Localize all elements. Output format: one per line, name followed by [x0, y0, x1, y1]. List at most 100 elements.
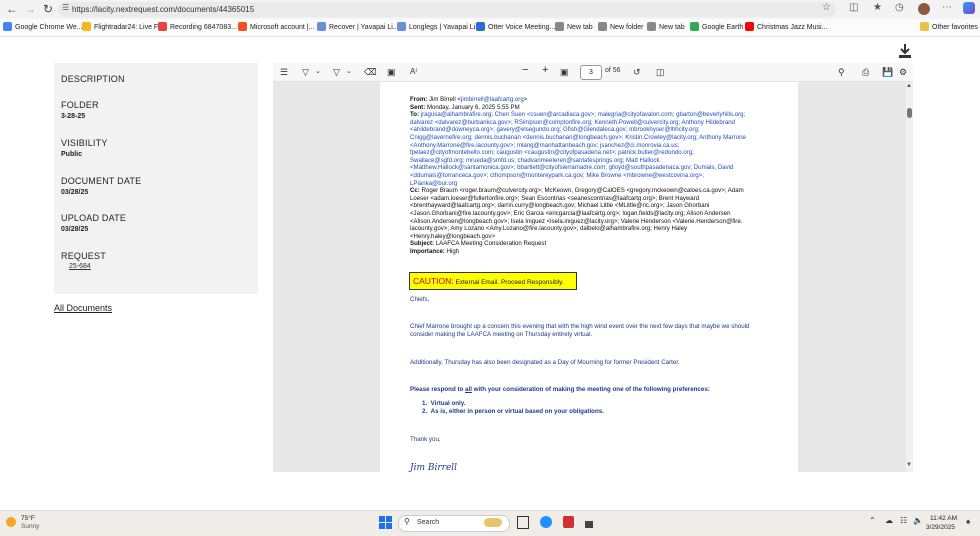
scroll-down-icon[interactable]: ▼ — [906, 462, 912, 468]
notification-bell-icon[interactable]: ♠ — [966, 517, 970, 526]
bookmark-item[interactable]: New tab — [555, 21, 593, 34]
draw-icon[interactable]: ▽ — [333, 66, 340, 78]
rotate-icon[interactable]: ↺ — [633, 66, 641, 78]
bookmark-item[interactable]: Google Chrome We... — [3, 21, 83, 34]
site-info-icon[interactable]: ☰ — [62, 3, 69, 12]
back-icon[interactable]: ← — [4, 2, 20, 17]
zoom-out-icon[interactable]: − — [522, 64, 528, 76]
chevron-up-icon[interactable]: ⌃ — [869, 516, 876, 525]
email-closing: Thank you, — [410, 436, 441, 443]
taskbar-search-text: Search — [417, 519, 440, 526]
zoom-in-icon[interactable]: + — [542, 64, 548, 76]
bookmark-item[interactable]: Flightradar24: Live F... — [82, 21, 163, 34]
email-from-line: From: Jim Birrell <jimbirrell@laafcartg.… — [410, 96, 528, 103]
url-text: https://lacity.nextrequest.com/documents… — [72, 5, 255, 14]
chevron-down-icon[interactable]: ⌄ — [315, 66, 321, 78]
clock-time[interactable]: 11:42 AM — [930, 515, 957, 522]
email-paragraph: Additionally, Thursday has also been des… — [410, 359, 680, 366]
visibility-value: Public — [61, 151, 83, 158]
forward-icon[interactable]: → — [22, 2, 38, 17]
scrollbar-thumb[interactable] — [907, 108, 912, 118]
description-label: DESCRIPTION — [61, 74, 125, 84]
email-header: From: Jim Birrell <jimbirrell@laafcartg.… — [410, 96, 772, 255]
request-label: REQUEST — [61, 251, 106, 261]
page-count: of 56 — [605, 67, 621, 74]
search-icon[interactable]: ⚲ — [838, 66, 845, 78]
scrollbar-track[interactable] — [906, 82, 913, 472]
clock-date[interactable]: 3/29/2025 — [926, 524, 955, 531]
text-box-icon[interactable]: ▣ — [387, 66, 396, 78]
more-menu-icon[interactable]: ⋯ — [942, 2, 952, 13]
highlight-icon[interactable]: ▽ — [302, 66, 309, 78]
bookmark-item[interactable]: New folder — [598, 21, 643, 34]
sun-icon[interactable] — [6, 517, 16, 527]
erase-icon[interactable]: ⌫ — [364, 66, 377, 78]
bookmark-icon — [647, 22, 656, 31]
other-favorites[interactable]: Other favorites — [920, 21, 978, 34]
settings-gear-icon[interactable]: ⚙ — [899, 66, 907, 78]
weather-temperature[interactable]: 75°F — [21, 515, 35, 522]
bookmark-item[interactable]: Longlegs | Yavapai Li... — [397, 21, 481, 34]
email-to-line: dalvarez <dalvarez@burbankca.gov>; RSimp… — [410, 118, 735, 126]
email-cc-line: <Alison.Andersen@longbeach.gov>; Isela I… — [410, 217, 743, 225]
email-request-line: Please respond to all with your consider… — [410, 386, 710, 393]
print-icon[interactable]: ⎙ — [862, 66, 869, 78]
windows-start-icon[interactable] — [379, 516, 392, 529]
bookmark-item[interactable]: Recording 6847083... — [158, 21, 237, 34]
bookmark-item[interactable]: Google Earth — [690, 21, 743, 34]
copilot-icon[interactable] — [963, 2, 975, 14]
cloud-icon[interactable]: ☁ — [885, 516, 893, 525]
caution-banner: CAUTION: External Email. Proceed Respons… — [409, 272, 577, 290]
email-to-line: To: jragusa@alhambrafire.org; Chen Suen … — [410, 111, 746, 119]
folder-icon — [920, 22, 929, 31]
all-documents-link[interactable]: All Documents — [54, 303, 112, 313]
email-to-line: fpelaez@cityofmontebello.com; caugustin … — [410, 149, 694, 157]
email-link[interactable]: jimbirrell@laafcartg.org — [461, 96, 524, 103]
app-icon[interactable] — [585, 521, 593, 528]
bookmark-icon — [476, 22, 485, 31]
email-cc-line: <Henry.haley@longbeach.gov> — [410, 232, 496, 240]
task-view-icon[interactable] — [517, 516, 529, 529]
edge-browser-icon[interactable] — [540, 516, 552, 528]
bookmark-icon — [317, 22, 326, 31]
bookmark-icon — [555, 22, 564, 31]
table-of-contents-icon[interactable]: ☰ — [280, 66, 288, 78]
email-to-line: LPianka@bur.org — [410, 179, 458, 187]
favorites-icon[interactable]: ★ — [873, 2, 882, 13]
email-to-line: <ddumais@torranceca.gov>; cthompson@mont… — [410, 171, 704, 179]
folder-value: 3-28-25 — [61, 113, 86, 120]
save-icon[interactable]: 💾 — [882, 66, 893, 78]
shield-app-icon[interactable] — [563, 516, 574, 528]
read-aloud-icon[interactable]: A⁽ — [410, 66, 417, 78]
fit-page-icon[interactable]: ▣ — [560, 66, 569, 78]
history-icon[interactable]: ◷ — [895, 2, 904, 13]
request-link[interactable]: 25-684 — [69, 263, 91, 270]
bookmark-item[interactable]: Recover | Yavapai Li... — [317, 21, 399, 34]
bookmark-icon — [598, 22, 607, 31]
reload-icon[interactable]: ↻ — [40, 2, 56, 17]
email-to-line: <ahildebrand@downeyca.org>; gavery@elseg… — [410, 126, 700, 134]
bookmark-item[interactable]: Christmas Jazz Musi... — [745, 21, 827, 34]
chevron-down-icon[interactable]: ⌄ — [346, 66, 352, 78]
scroll-up-icon[interactable]: ▲ — [906, 83, 912, 89]
volume-icon[interactable]: 🔈 — [913, 516, 923, 525]
download-icon[interactable] — [897, 43, 913, 59]
wifi-icon[interactable]: ☷ — [900, 516, 907, 525]
bookmark-item[interactable]: Microsoft account |... — [238, 21, 314, 34]
bookmark-icon — [238, 22, 247, 31]
search-highlight-icon — [484, 518, 502, 527]
bookmark-item[interactable]: New tab — [647, 21, 685, 34]
email-cc-line: Cc: Roger Braum <roger.braum@culvercity.… — [410, 187, 744, 195]
profile-avatar[interactable] — [918, 3, 930, 15]
favorite-star-icon[interactable]: ☆ — [822, 2, 831, 13]
bookmark-item[interactable]: Otter Voice Meeting... — [476, 21, 555, 34]
visibility-label: VISIBILITY — [61, 138, 108, 148]
email-greeting: Chiefs, — [410, 296, 430, 303]
split-screen-icon[interactable]: ◫ — [849, 2, 858, 13]
email-to-line: <Anthony.Marrone@fire.lacounty.gov>; mla… — [410, 141, 680, 149]
page-view-icon[interactable]: ◫ — [656, 66, 665, 78]
page-number-input[interactable]: 3 — [580, 65, 602, 80]
weather-condition[interactable]: Sunny — [21, 523, 39, 530]
email-cc-line: Loeser <adam.loeser@fullertonfire.org>; … — [410, 194, 700, 202]
bookmark-icon — [3, 22, 12, 31]
